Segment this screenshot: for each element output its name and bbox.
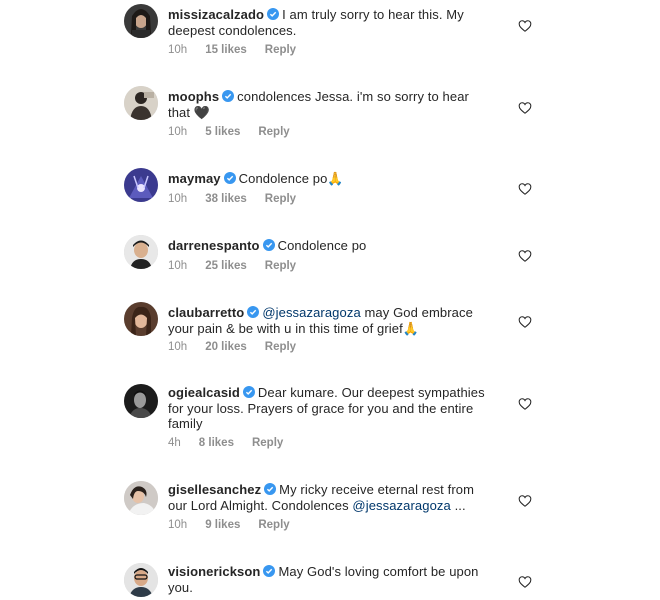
heart-outline-icon[interactable] — [518, 19, 532, 33]
comment-username[interactable]: ogiealcasid — [168, 385, 240, 400]
comment-username[interactable]: visionerickson — [168, 564, 260, 579]
comment-meta: 10h 15 likes Reply — [168, 44, 314, 56]
comment-body: for your loss. Prayers of grace for you … — [168, 400, 474, 416]
avatar[interactable] — [124, 302, 158, 336]
comment-body: that — [168, 104, 191, 120]
pray-emoji: 🙏 — [327, 172, 344, 187]
heart-outline-icon[interactable] — [518, 101, 532, 115]
comment-body: May God's loving comfort be upon — [278, 564, 479, 579]
heart-outline-icon[interactable] — [518, 494, 532, 508]
comment-text: missizacalzado I am truly sorry to hear t… — [168, 7, 488, 38]
comment-body: condolences Jessa. i'm so sorry to hear — [237, 89, 469, 104]
comment-meta: 4h 8 likes Reply — [168, 437, 301, 449]
reply-button[interactable]: Reply — [258, 519, 289, 531]
avatar[interactable] — [124, 4, 158, 38]
reply-button[interactable]: Reply — [265, 341, 296, 353]
reply-button[interactable]: Reply — [265, 260, 296, 272]
avatar[interactable] — [124, 563, 158, 597]
avatar[interactable] — [124, 168, 158, 202]
avatar[interactable] — [124, 86, 158, 120]
comment-username[interactable]: gisellesanchez — [168, 482, 261, 497]
comment-body: Condolence po — [277, 238, 367, 253]
verified-badge-icon — [267, 8, 280, 20]
comment-time: 10h — [168, 341, 188, 353]
heart-outline-icon[interactable] — [518, 575, 532, 589]
comment-text: maymay Condolence po🙏 — [168, 171, 488, 188]
comment-text: moophs condolences Jessa. i'm so sorry to… — [168, 89, 488, 121]
comment-body: family — [168, 416, 203, 431]
comment-text: gisellesanchez My ricky receive eternal r… — [168, 482, 488, 513]
verified-badge-icon — [262, 239, 275, 251]
comment-body: your pain & be with u in this time of gr… — [168, 320, 403, 336]
comment-likes[interactable]: 15 likes — [205, 44, 247, 56]
verified-badge-icon — [242, 386, 255, 398]
comment-body: I am truly sorry to hear this. My — [282, 7, 464, 22]
reply-button[interactable]: Reply — [252, 437, 283, 449]
comment-likes[interactable]: 38 likes — [205, 193, 247, 205]
comment-text: visionerickson May God's loving comfort b… — [168, 564, 488, 595]
comment-likes[interactable]: 9 likes — [205, 519, 240, 531]
comment-text: ogiealcasid Dear kumare. Our deepest symp… — [168, 385, 488, 432]
mention-link[interactable]: @jessazaragoza — [262, 305, 360, 320]
heart-outline-icon[interactable] — [518, 249, 532, 263]
black-heart-emoji: 🖤 — [193, 105, 211, 121]
comment-body: My ricky receive eternal rest from — [279, 482, 475, 497]
comment-username[interactable]: missizacalzado — [168, 7, 264, 22]
comment-username[interactable]: darrenespanto — [168, 238, 260, 253]
heart-outline-icon[interactable] — [518, 397, 532, 411]
comment-body: Dear kumare. Our deepest sympathies — [257, 385, 485, 400]
verified-badge-icon — [222, 90, 235, 102]
heart-outline-icon[interactable] — [518, 182, 532, 196]
comment-meta: 10h 25 likes Reply — [168, 260, 314, 272]
avatar[interactable] — [124, 384, 158, 418]
comment-username[interactable]: moophs — [168, 89, 219, 104]
comment-text: claubarretto @jessazaragoza may God embra… — [168, 305, 488, 337]
verified-badge-icon — [247, 306, 260, 318]
verified-badge-icon — [263, 565, 276, 577]
comment-username[interactable]: claubarretto — [168, 305, 244, 320]
comment-likes[interactable]: 8 likes — [199, 437, 234, 449]
heart-outline-icon[interactable] — [518, 315, 532, 329]
reply-button[interactable]: Reply — [258, 126, 289, 138]
mention-link[interactable]: @jessazaragoza — [352, 498, 450, 513]
reply-button[interactable]: Reply — [265, 193, 296, 205]
comment-time: 10h — [168, 126, 188, 138]
comment-time: 10h — [168, 193, 188, 205]
comment-time: 10h — [168, 44, 188, 56]
verified-badge-icon — [264, 483, 277, 495]
comment-body: Condolence po — [238, 171, 328, 186]
comment-likes[interactable]: 5 likes — [205, 126, 240, 138]
comment-body: you. — [168, 579, 193, 595]
comment-meta: 10h 38 likes Reply — [168, 193, 314, 205]
comment-body: may God embrace — [364, 305, 473, 320]
comment-text: darrenespanto Condolence po — [168, 238, 488, 254]
more-ellipsis[interactable]: ... — [455, 498, 466, 513]
comment-meta: 10h 20 likes Reply — [168, 341, 314, 353]
comment-time: 10h — [168, 260, 188, 272]
pray-emoji: 🙏 — [402, 321, 420, 337]
avatar[interactable] — [124, 481, 158, 515]
comment-likes[interactable]: 25 likes — [205, 260, 247, 272]
comment-body: our Lord Almight. Condolences — [168, 497, 349, 513]
comment-meta: 10h 9 likes Reply — [168, 519, 308, 531]
comment-meta: 10h 5 likes Reply — [168, 126, 308, 138]
verified-badge-icon — [223, 172, 236, 184]
comment-time: 4h — [168, 437, 181, 449]
comment-likes[interactable]: 20 likes — [205, 341, 247, 353]
reply-button[interactable]: Reply — [265, 44, 296, 56]
avatar[interactable] — [124, 235, 158, 269]
comment-body: deepest condolences. — [168, 22, 297, 38]
comment-time: 10h — [168, 519, 188, 531]
comment-username[interactable]: maymay — [168, 171, 221, 186]
